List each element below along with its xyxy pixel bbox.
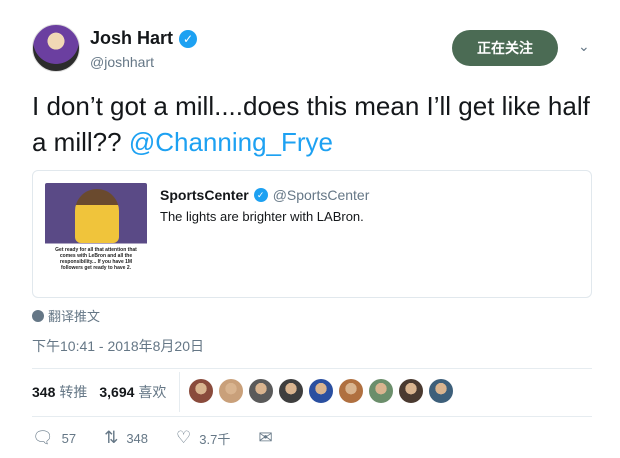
following-button[interactable]: 正在关注 bbox=[452, 30, 558, 66]
retweets-stat[interactable]: 348 转推 bbox=[32, 382, 87, 402]
reply-count: 57 bbox=[61, 430, 77, 446]
verified-badge-icon: ✓ bbox=[179, 29, 198, 48]
author-avatar[interactable] bbox=[32, 24, 80, 72]
player-figure bbox=[75, 189, 119, 243]
tweet-timestamp[interactable]: 下午10:41 - 2018年8月20日 bbox=[32, 336, 204, 356]
like-action[interactable]: ♡ 3.7千 bbox=[176, 428, 230, 448]
quoted-tweet-card[interactable]: Get ready for all that attention that co… bbox=[32, 170, 592, 298]
quoted-text: The lights are brighter with LABron. bbox=[160, 209, 364, 224]
reply-icon: 🗨 bbox=[32, 428, 54, 447]
message-action[interactable]: ✉ bbox=[258, 428, 272, 448]
quoted-tweet-image[interactable]: Get ready for all that attention that co… bbox=[45, 183, 147, 287]
image-caption: Get ready for all that attention that co… bbox=[55, 247, 137, 271]
retweet-action[interactable]: ⇅ 348 bbox=[104, 428, 148, 448]
likers-avatars bbox=[188, 378, 454, 404]
retweet-count: 348 bbox=[126, 430, 149, 446]
envelope-icon: ✉ bbox=[258, 428, 273, 447]
likes-stat-label: 喜欢 bbox=[138, 384, 167, 400]
liker-avatar[interactable] bbox=[368, 378, 394, 404]
liker-avatar[interactable] bbox=[188, 378, 214, 404]
tweet-text: I don’t got a mill....does this mean I’l… bbox=[32, 88, 592, 160]
chevron-down-icon[interactable]: ⌄ bbox=[578, 38, 590, 55]
likes-stat[interactable]: 3,694 喜欢 bbox=[99, 382, 166, 402]
retweet-icon: ⇅ bbox=[104, 428, 119, 447]
author-display-name[interactable]: Josh Hart bbox=[90, 28, 173, 49]
liker-avatar[interactable] bbox=[218, 378, 244, 404]
retweets-stat-count: 348 bbox=[32, 384, 56, 400]
author-name-row: Josh Hart ✓ bbox=[90, 28, 198, 49]
reply-action[interactable]: 🗨 57 bbox=[32, 428, 76, 448]
tweet-stats: 348 转推 3,694 喜欢 bbox=[32, 378, 178, 406]
globe-icon bbox=[32, 309, 44, 322]
quoted-verified-icon: ✓ bbox=[253, 188, 268, 202]
tweet-actions: 🗨 57 ⇅ 348 ♡ 3.7千 ✉ bbox=[32, 428, 301, 448]
translate-label: 翻译推文 bbox=[48, 309, 101, 324]
heart-icon: ♡ bbox=[176, 428, 192, 447]
translate-tweet-link[interactable]: 翻译推文 bbox=[32, 306, 100, 325]
like-count: 3.7千 bbox=[199, 431, 231, 447]
liker-avatar[interactable] bbox=[278, 378, 304, 404]
mention-link[interactable]: @Channing_Frye bbox=[129, 127, 333, 157]
stats-separator bbox=[179, 372, 180, 412]
quoted-header: SportsCenter ✓ @SportsCenter bbox=[160, 187, 369, 203]
liker-avatar[interactable] bbox=[428, 378, 454, 404]
liker-avatar[interactable] bbox=[398, 378, 424, 404]
liker-avatar[interactable] bbox=[338, 378, 364, 404]
author-handle[interactable]: @joshhart bbox=[90, 54, 154, 70]
likes-stat-count: 3,694 bbox=[99, 384, 135, 400]
quoted-author-name: SportsCenter bbox=[160, 187, 249, 203]
quoted-author-handle: @SportsCenter bbox=[272, 187, 370, 203]
liker-avatar[interactable] bbox=[248, 378, 274, 404]
liker-avatar[interactable] bbox=[308, 378, 334, 404]
divider-top bbox=[32, 368, 592, 369]
retweets-stat-label: 转推 bbox=[59, 384, 88, 400]
divider-bottom bbox=[32, 416, 592, 417]
tweet-header: Josh Hart ✓ @joshhart 正在关注 ⌄ bbox=[32, 24, 602, 76]
